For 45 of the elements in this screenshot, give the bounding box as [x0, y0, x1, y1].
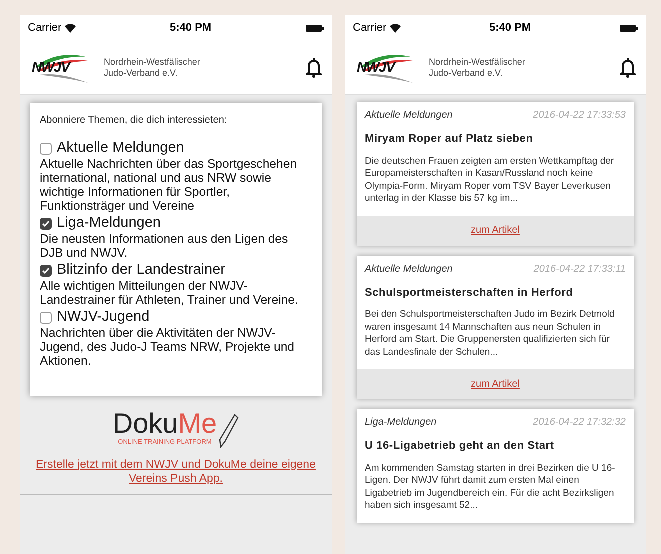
- battery-icon: [620, 24, 638, 32]
- news-teaser: Die deutschen Frauen zeigten am ersten Wettkampftag der Europameisterschaften in Kasan/Russland noch keine Olympia-Form. Miryam Roper vom TSV Bayer Leverkusen unterlag in der Klasse bis 57 kg im...: [365, 156, 616, 206]
- checkbox[interactable]: [40, 142, 52, 154]
- topic-title: NWJV-Jugend: [57, 309, 150, 326]
- topic-description: Alle wichtigen Mitteilungen der NWJV-Landestrainer für Athleten, Trainer und Vereine.: [40, 279, 300, 307]
- news-teaser: Bei den Schulsportmeisterschaften Judo im Bezirk Detmold waren insgesamt 14 Mannschaften aus neun Schulen in Herford am Start. Die Gruppenersten qualifizierten sich für das Landesfinale der Schulen...: [365, 309, 616, 359]
- topic-title: Aktuelle Meldungen: [57, 140, 184, 157]
- org-name: Nordrhein-Westfälischer: [429, 56, 526, 68]
- intro-text: Abonniere Themen, die dich interessieten:: [40, 114, 228, 128]
- news-timestamp: 2016-04-22 17:33:53: [533, 109, 626, 123]
- topic-title: Blitzinfo der Landestrainer: [57, 262, 226, 279]
- news-title: Schulsportmeisterschaften in Herford: [365, 286, 574, 300]
- checkbox[interactable]: [40, 218, 52, 230]
- carrier-label: Carrier: [353, 20, 387, 36]
- news-title: U 16-Ligabetrieb geht an den Start: [365, 439, 556, 454]
- carrier-label: Carrier: [28, 20, 62, 36]
- dokume-logo-text: Doku: [112, 410, 178, 438]
- article-link[interactable]: zum Artikel: [471, 376, 520, 392]
- status-time: 5:40 PM: [490, 20, 532, 36]
- news-timestamp: 2016-04-22 17:33:11: [534, 262, 626, 276]
- topic-description: Nachrichten über die Aktivitäten der NWJV-Jugend, des Judo-J Teams NRW, Projekte und Aktionen.: [40, 326, 296, 368]
- wifi-icon: [390, 24, 401, 32]
- news-title: Miryam Roper auf Platz sieben: [365, 132, 534, 147]
- org-name: Judo-Verband e.V.: [104, 68, 179, 78]
- pen-icon: [217, 414, 240, 448]
- news-timestamp: 2016-04-22 17:32:32: [533, 416, 626, 430]
- battery-icon: [306, 24, 324, 32]
- topic-title: Liga-Meldungen: [57, 215, 161, 232]
- news-category: Aktuelle Meldungen: [365, 262, 453, 276]
- topic-description: Aktuelle Nachrichten über das Sportgeschehen international, national und aus NRW sowie wichtige Informationen für Sportler, Funktionsträger und Vereine: [40, 157, 298, 213]
- org-name: Judo-Verband e.V.: [429, 68, 504, 78]
- topic-description: Die neusten Informationen aus den Ligen des DJB und NWJV.: [40, 232, 290, 260]
- wifi-icon: [64, 24, 76, 32]
- news-category: Aktuelle Meldungen: [365, 109, 453, 123]
- status-time: 5:40 PM: [170, 20, 212, 36]
- article-link[interactable]: zum Artikel: [471, 223, 520, 238]
- promo-link[interactable]: Erstelle jetzt mit dem NWJV und DokuMe deine eigene Vereins Push App.: [20, 458, 332, 486]
- dokume-logo-text: Me: [178, 410, 218, 438]
- notifications-icon[interactable]: [620, 58, 636, 78]
- news-teaser: Am kommenden Samstag starten in drei Bezirken die U 16-Ligen. Der NWJV führt damit zum ersten Mal einen Ligabetrieb im Jugendbereich ein. Für die acht Bezirksligen haben sich insgesamt 52...: [365, 462, 616, 512]
- checkbox[interactable]: [40, 312, 52, 324]
- org-name: Nordrhein-Westfälischer: [104, 56, 200, 68]
- checkbox[interactable]: [40, 264, 52, 276]
- notifications-icon[interactable]: [306, 58, 322, 78]
- news-category: Liga-Meldungen: [365, 416, 437, 430]
